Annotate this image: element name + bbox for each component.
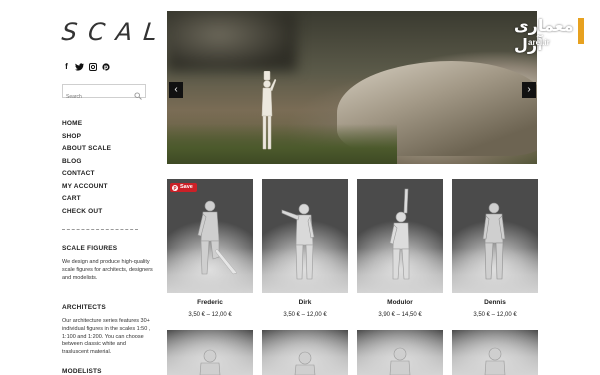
product-image[interactable] bbox=[452, 330, 538, 375]
product-price: 3,50 € – 12,00 € bbox=[283, 312, 327, 318]
product-name[interactable]: Frederic bbox=[167, 299, 253, 306]
watermark-logo: معماری آرل arel.ir bbox=[514, 14, 596, 54]
pinterest-save-button[interactable]: p Save bbox=[170, 183, 197, 192]
figurine-dennis bbox=[482, 202, 506, 280]
product-price: 3,90 € – 14,50 € bbox=[378, 312, 422, 318]
figurine-frederic bbox=[197, 200, 238, 275]
nav-item-home[interactable]: HOME bbox=[62, 118, 111, 131]
watermark-persian-text: معماری آرل bbox=[514, 16, 574, 54]
section-title-modelists: MODELISTS bbox=[62, 368, 102, 375]
nav-item-contact[interactable]: CONTACT bbox=[62, 168, 111, 181]
nav-item-blog[interactable]: BLOG bbox=[62, 156, 111, 169]
product-image[interactable] bbox=[357, 330, 443, 375]
watermark-accent-bar bbox=[578, 18, 584, 44]
section-text-architects: Our architecture series features 30+ ind… bbox=[62, 318, 151, 356]
watermark-domain: arel.ir bbox=[528, 38, 550, 47]
product-name[interactable]: Dennis bbox=[452, 299, 538, 306]
figurine bbox=[199, 349, 221, 375]
twitter-icon[interactable] bbox=[75, 62, 84, 71]
section-title-scale-figures: SCALE FIGURES bbox=[62, 245, 118, 252]
hero-background-blur bbox=[167, 11, 297, 71]
search-box bbox=[62, 84, 146, 103]
hero-moss bbox=[167, 124, 397, 164]
search-input[interactable] bbox=[63, 91, 133, 103]
product-name[interactable]: Dirk bbox=[262, 299, 348, 306]
product-name[interactable]: Modulor bbox=[357, 299, 443, 306]
hero-slider[interactable] bbox=[167, 11, 537, 164]
product-image-frederic[interactable] bbox=[167, 179, 253, 293]
figurine bbox=[389, 347, 411, 375]
section-text-scale-figures: We design and produce high-quality scale… bbox=[62, 259, 153, 281]
product-price: 3,50 € – 12,00 € bbox=[473, 312, 517, 318]
product-image-modulor[interactable] bbox=[357, 179, 443, 293]
nav-item-my-account[interactable]: MY ACCOUNT bbox=[62, 181, 111, 194]
slider-prev-button[interactable]: ‹ bbox=[169, 82, 183, 98]
main-nav: HOME SHOP ABOUT SCALE BLOG CONTACT MY AC… bbox=[62, 118, 111, 218]
slider-next-button[interactable]: › bbox=[522, 82, 536, 98]
figurine-dirk bbox=[281, 203, 315, 280]
save-label: Save bbox=[180, 184, 193, 190]
section-title-architects: ARCHITECTS bbox=[62, 304, 106, 311]
nav-item-cart[interactable]: CART bbox=[62, 193, 111, 206]
social-links: f p bbox=[62, 62, 110, 71]
nav-item-about[interactable]: ABOUT SCALE bbox=[62, 143, 111, 156]
search-icon[interactable] bbox=[134, 87, 142, 100]
nav-item-checkout[interactable]: CHECK OUT bbox=[62, 206, 111, 219]
figurine bbox=[484, 347, 506, 375]
product-image[interactable] bbox=[167, 330, 253, 375]
svg-text:p: p bbox=[103, 64, 108, 71]
product-price: 3,50 € – 12,00 € bbox=[188, 312, 232, 318]
product-image-dennis[interactable] bbox=[452, 179, 538, 293]
instagram-icon[interactable] bbox=[88, 62, 97, 71]
pinterest-icon[interactable]: p bbox=[101, 62, 110, 71]
sidebar-divider bbox=[62, 229, 138, 230]
hero-figurine bbox=[261, 71, 277, 150]
product-image[interactable] bbox=[262, 330, 348, 375]
nav-item-shop[interactable]: SHOP bbox=[62, 131, 111, 144]
figurine-modulor bbox=[389, 188, 410, 280]
product-image-dirk[interactable] bbox=[262, 179, 348, 293]
figurine bbox=[294, 351, 316, 375]
facebook-icon[interactable]: f bbox=[62, 62, 71, 71]
pinterest-icon: p bbox=[172, 184, 178, 191]
